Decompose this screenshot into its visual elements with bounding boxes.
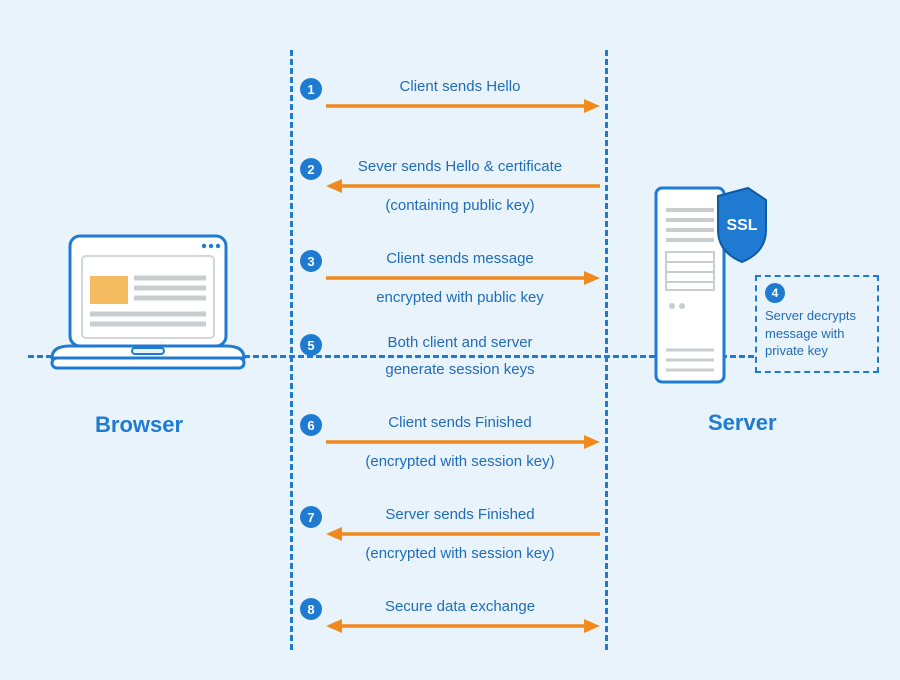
step-3-line2: encrypted with public key [320, 289, 600, 308]
step-7-line2: (encrypted with session key) [320, 545, 600, 564]
browser-lane [290, 50, 293, 650]
server-icon: SSL [648, 180, 768, 390]
step-2-line2: (containing public key) [320, 197, 600, 216]
step-7: 7 Server sends Finished (encrypted with … [300, 506, 600, 564]
step-6-line2: (encrypted with session key) [320, 453, 600, 472]
step-4-badge: 4 [765, 283, 785, 303]
step-3-badge: 3 [300, 250, 322, 272]
step-7-badge: 7 [300, 506, 322, 528]
step-8: 8 Secure data exchange [300, 598, 600, 617]
arrow-right-icon [326, 96, 600, 116]
step-5-line2: generate session keys [320, 361, 600, 380]
step-5-line1: Both client and server [320, 334, 600, 353]
ssl-handshake-diagram: Browser SSL Server 4 Server dec [0, 0, 900, 680]
server-label: Server [708, 410, 777, 436]
step-8-text: Secure data exchange [320, 598, 600, 617]
server-lane [605, 50, 608, 650]
step-1: 1 Client sends Hello [300, 78, 600, 97]
arrow-left-icon [326, 176, 600, 196]
step-7-line1: Server sends Finished [320, 506, 600, 525]
step-3: 3 Client sends message encrypted with pu… [300, 250, 600, 308]
step-1-badge: 1 [300, 78, 322, 100]
ssl-badge-text: SSL [726, 217, 757, 234]
step-2-badge: 2 [300, 158, 322, 180]
step-2: 2 Sever sends Hello & certificate (conta… [300, 158, 600, 216]
browser-icon [48, 230, 248, 390]
step-5: 5 Both client and server generate sessio… [300, 334, 600, 380]
browser-label: Browser [95, 412, 183, 438]
step-4-callout: 4 Server decrypts message with private k… [755, 275, 879, 373]
step-6: 6 Client sends Finished (encrypted with … [300, 414, 600, 472]
arrow-double-icon [326, 616, 600, 636]
arrow-right-icon [326, 432, 600, 452]
step-6-badge: 6 [300, 414, 322, 436]
step-1-text: Client sends Hello [320, 78, 600, 97]
step-4-text: Server decrypts message with private key [765, 307, 869, 360]
step-8-badge: 8 [300, 598, 322, 620]
step-2-line1: Sever sends Hello & certificate [320, 158, 600, 177]
step-6-line1: Client sends Finished [320, 414, 600, 433]
step-3-line1: Client sends message [320, 250, 600, 269]
arrow-right-icon [326, 268, 600, 288]
step-5-badge: 5 [300, 334, 322, 356]
arrow-left-icon [326, 524, 600, 544]
